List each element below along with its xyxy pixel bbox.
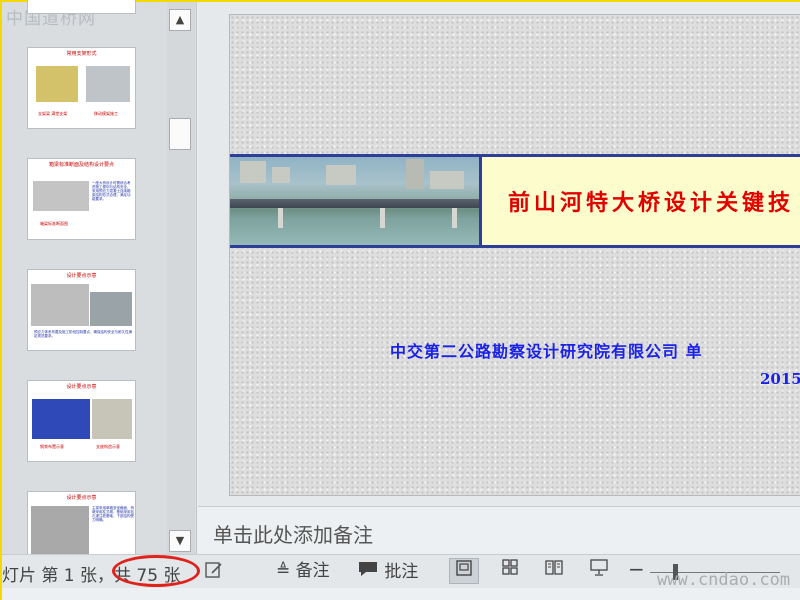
comments-button-label: 批注 — [384, 562, 419, 582]
thumbnail-image — [32, 399, 90, 439]
normal-view-icon — [456, 560, 472, 576]
edit-icon[interactable] — [204, 560, 224, 582]
thumbnail-image — [92, 399, 132, 439]
slide-thumbnail[interactable]: 设计要点示意 钢束布置示意 支座构造示意 — [27, 380, 136, 462]
photo-building — [326, 165, 356, 185]
notes-pane[interactable]: 单击此处添加备注 — [198, 506, 800, 554]
notes-placeholder[interactable]: 单击此处添加备注 — [213, 519, 373, 548]
photo-building — [430, 171, 464, 189]
slideshow-button[interactable] — [584, 558, 614, 584]
current-slide[interactable]: 前山河特大桥设计关键技 中交第二公路勘察设计研究院有限公司 单 2015- — [229, 14, 800, 496]
grid-view-icon — [502, 559, 518, 575]
slide-thumbnail[interactable]: 常用支架形式 支架梁 满堂支架 移动模架施工 — [27, 47, 136, 129]
thumbnail-image — [86, 66, 130, 102]
slide-date[interactable]: 2015- — [760, 370, 800, 388]
photo-building — [406, 159, 424, 189]
triangle-down-icon: ▼ — [175, 534, 185, 547]
thumbnail-title: 设计要点示意 — [66, 273, 97, 279]
scrollbar-thumb[interactable] — [169, 118, 191, 150]
scroll-up-button[interactable]: ▲ — [169, 9, 191, 31]
thumbnail-caption: 移动模架施工 — [94, 111, 118, 116]
comment-icon — [357, 560, 379, 584]
notes-button[interactable]: ≜ 备注 — [276, 560, 330, 582]
slide-thumbnail[interactable]: 箱梁标准断面及结构设计要点 一座大桥设计时需综合考虑施工便利与结构安全，采用预应… — [27, 158, 136, 240]
bridge-pier — [380, 208, 385, 228]
slide-title[interactable]: 前山河特大桥设计关键技 — [508, 185, 794, 217]
thumbnail-text: 主梁采用单箱多室截面，桥墩采用柱式墩，基础采用钻孔灌注桩基础，下部结构受力明确。 — [92, 506, 134, 522]
photo-building — [240, 161, 266, 183]
watermark-url: www.cndao.com — [657, 570, 791, 590]
thumbnail-image — [36, 66, 78, 102]
scroll-down-button[interactable]: ▼ — [169, 530, 191, 552]
slide-thumbnail-panel: 中国道桥网 常用支架形式 支架梁 满堂支架 移动模架施工 箱梁标准断面及结构设计… — [2, 0, 197, 561]
photo-building — [272, 167, 290, 183]
slide-thumbnail[interactable]: 设计要点示意 预应力体系布置及施工阶段控制要点，确保结构安全与耐久性满足规范要求… — [27, 269, 136, 351]
bridge-pier — [452, 208, 457, 228]
bridge-photo — [230, 157, 482, 245]
highlight-ring — [112, 555, 200, 587]
comments-button[interactable]: 批注 — [357, 560, 418, 582]
thumbnail-caption: 支架梁 满堂支架 — [38, 111, 68, 116]
triangle-up-icon: ▲ — [175, 13, 185, 26]
thumbnail-caption: 箱梁标准断面图 — [40, 221, 68, 226]
book-icon — [545, 560, 563, 575]
slide-sorter-button[interactable] — [495, 558, 525, 584]
thumbnail-title: 设计要点示意 — [66, 384, 97, 390]
projector-icon — [590, 559, 608, 576]
thumbnail-image — [90, 292, 132, 326]
bridge-deck — [230, 199, 479, 208]
thumbnail-caption: 钢束布置示意 — [40, 444, 64, 449]
thumbnail-text: 预应力体系布置及施工阶段控制要点，确保结构安全与耐久性满足规范要求。 — [34, 330, 132, 338]
slide-thumbnail[interactable] — [27, 0, 136, 14]
thumbnail-text: 一座大桥设计时需综合考虑施工便利与结构安全，采用预应力混凝土连续箱梁结构形式合理… — [92, 181, 131, 201]
slide-thumbnail[interactable]: 设计要点示意 主梁采用单箱多室截面，桥墩采用柱式墩，基础采用钻孔灌注桩基础，下部… — [27, 491, 136, 561]
thumbnail-title: 常用支架形式 — [66, 51, 97, 57]
thumbnail-title: 箱梁标准断面及结构设计要点 — [48, 162, 114, 168]
taskbar-strip — [2, 588, 800, 600]
thumbnail-scrollbar[interactable] — [167, 2, 195, 554]
reading-view-button[interactable] — [539, 558, 569, 584]
title-banner: 前山河特大桥设计关键技 — [230, 154, 800, 248]
notes-icon: ≜ — [276, 561, 291, 581]
thumbnail-image — [31, 284, 89, 326]
slide-company[interactable]: 中交第二公路勘察设计研究院有限公司 单 — [390, 338, 703, 362]
thumbnail-caption: 支座构造示意 — [96, 444, 120, 449]
zoom-out-button[interactable]: − — [628, 558, 645, 580]
normal-view-button[interactable] — [449, 558, 479, 584]
notes-button-label: 备注 — [295, 561, 330, 581]
bridge-pier — [278, 208, 283, 228]
thumbnail-image — [33, 181, 89, 211]
thumbnail-image — [31, 506, 89, 558]
thumbnail-title: 设计要点示意 — [66, 495, 97, 501]
